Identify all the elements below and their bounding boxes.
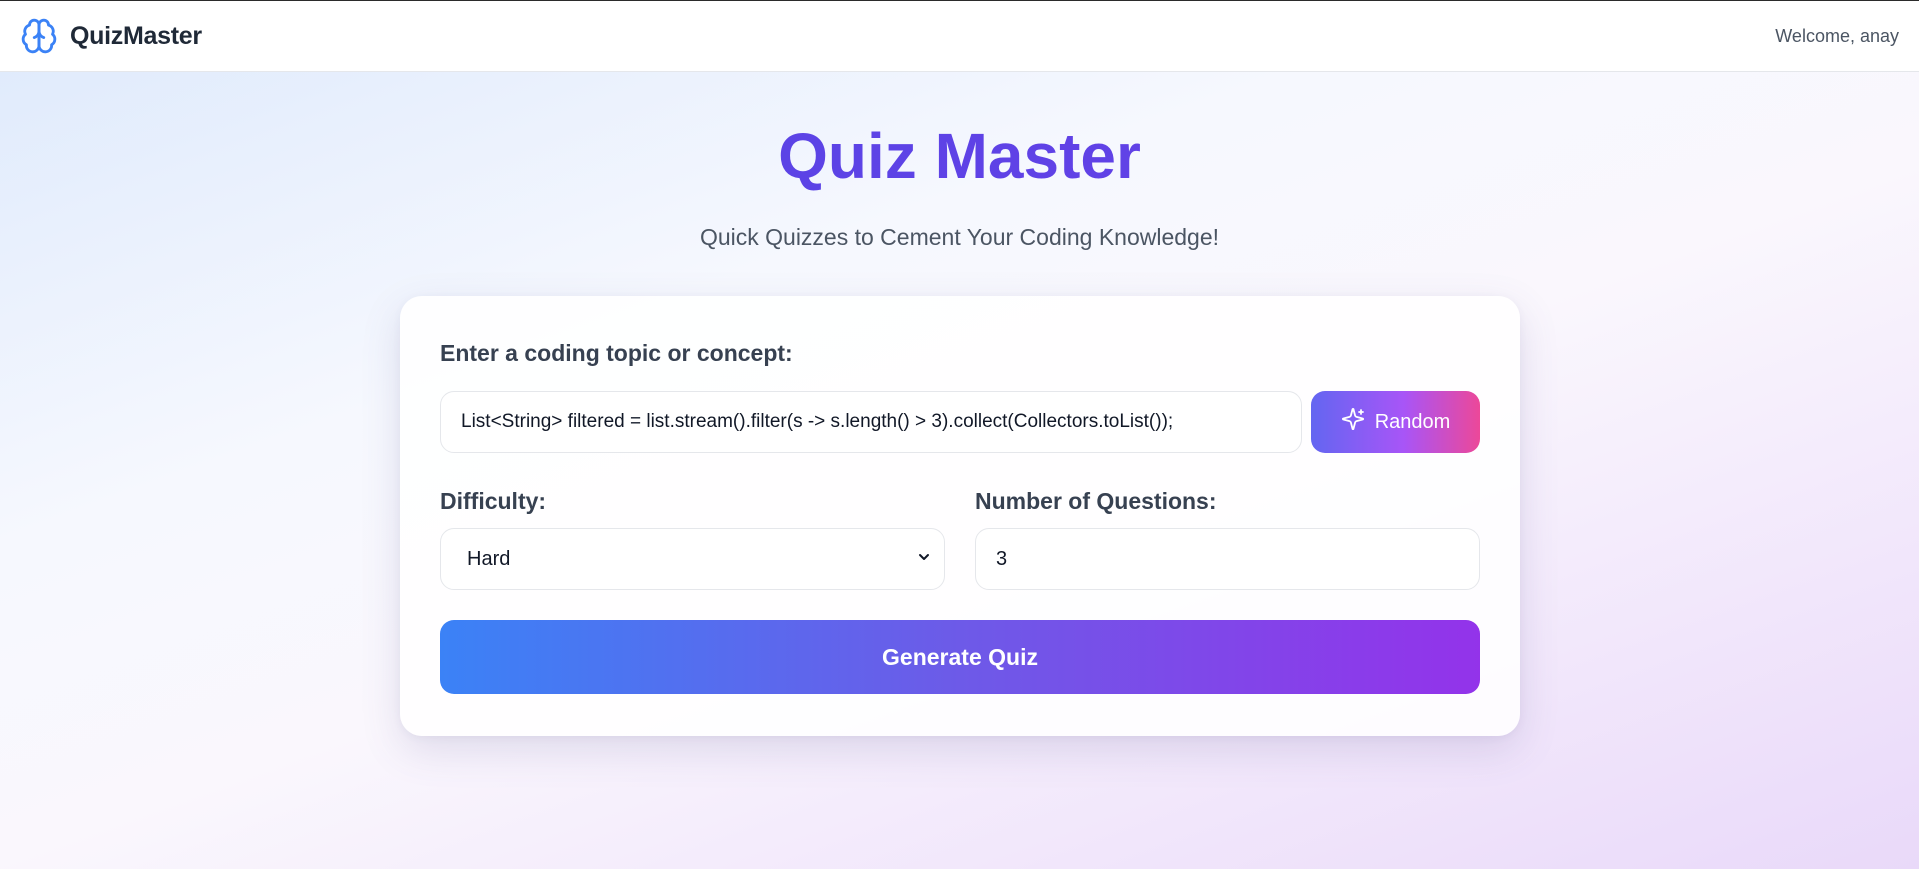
difficulty-selected-value: Hard: [467, 547, 511, 570]
topic-label: Enter a coding topic or concept:: [440, 340, 793, 366]
page-title: Quiz Master: [0, 118, 1919, 194]
chevron-down-icon: [916, 549, 932, 570]
brain-icon: [20, 17, 58, 55]
random-button[interactable]: Random: [1311, 391, 1480, 453]
generate-quiz-button[interactable]: Generate Quiz: [440, 620, 1480, 694]
top-navbar: QuizMaster Welcome, anay: [0, 0, 1919, 72]
random-button-label: Random: [1374, 410, 1451, 433]
quiz-form-card: Enter a coding topic or concept: Random …: [400, 296, 1520, 736]
question-count-input[interactable]: [975, 528, 1480, 590]
welcome-text: Welcome, anay: [1775, 25, 1899, 46]
page-subtitle: Quick Quizzes to Cement Your Coding Know…: [699, 224, 1220, 250]
topic-input[interactable]: [440, 391, 1302, 453]
brand[interactable]: QuizMaster: [20, 17, 202, 55]
difficulty-label: Difficulty:: [440, 488, 547, 514]
question-count-label: Number of Questions:: [975, 488, 1217, 514]
sparkles-icon: [1341, 407, 1365, 437]
difficulty-select[interactable]: Hard: [440, 528, 945, 590]
brand-name: QuizMaster: [70, 21, 202, 50]
